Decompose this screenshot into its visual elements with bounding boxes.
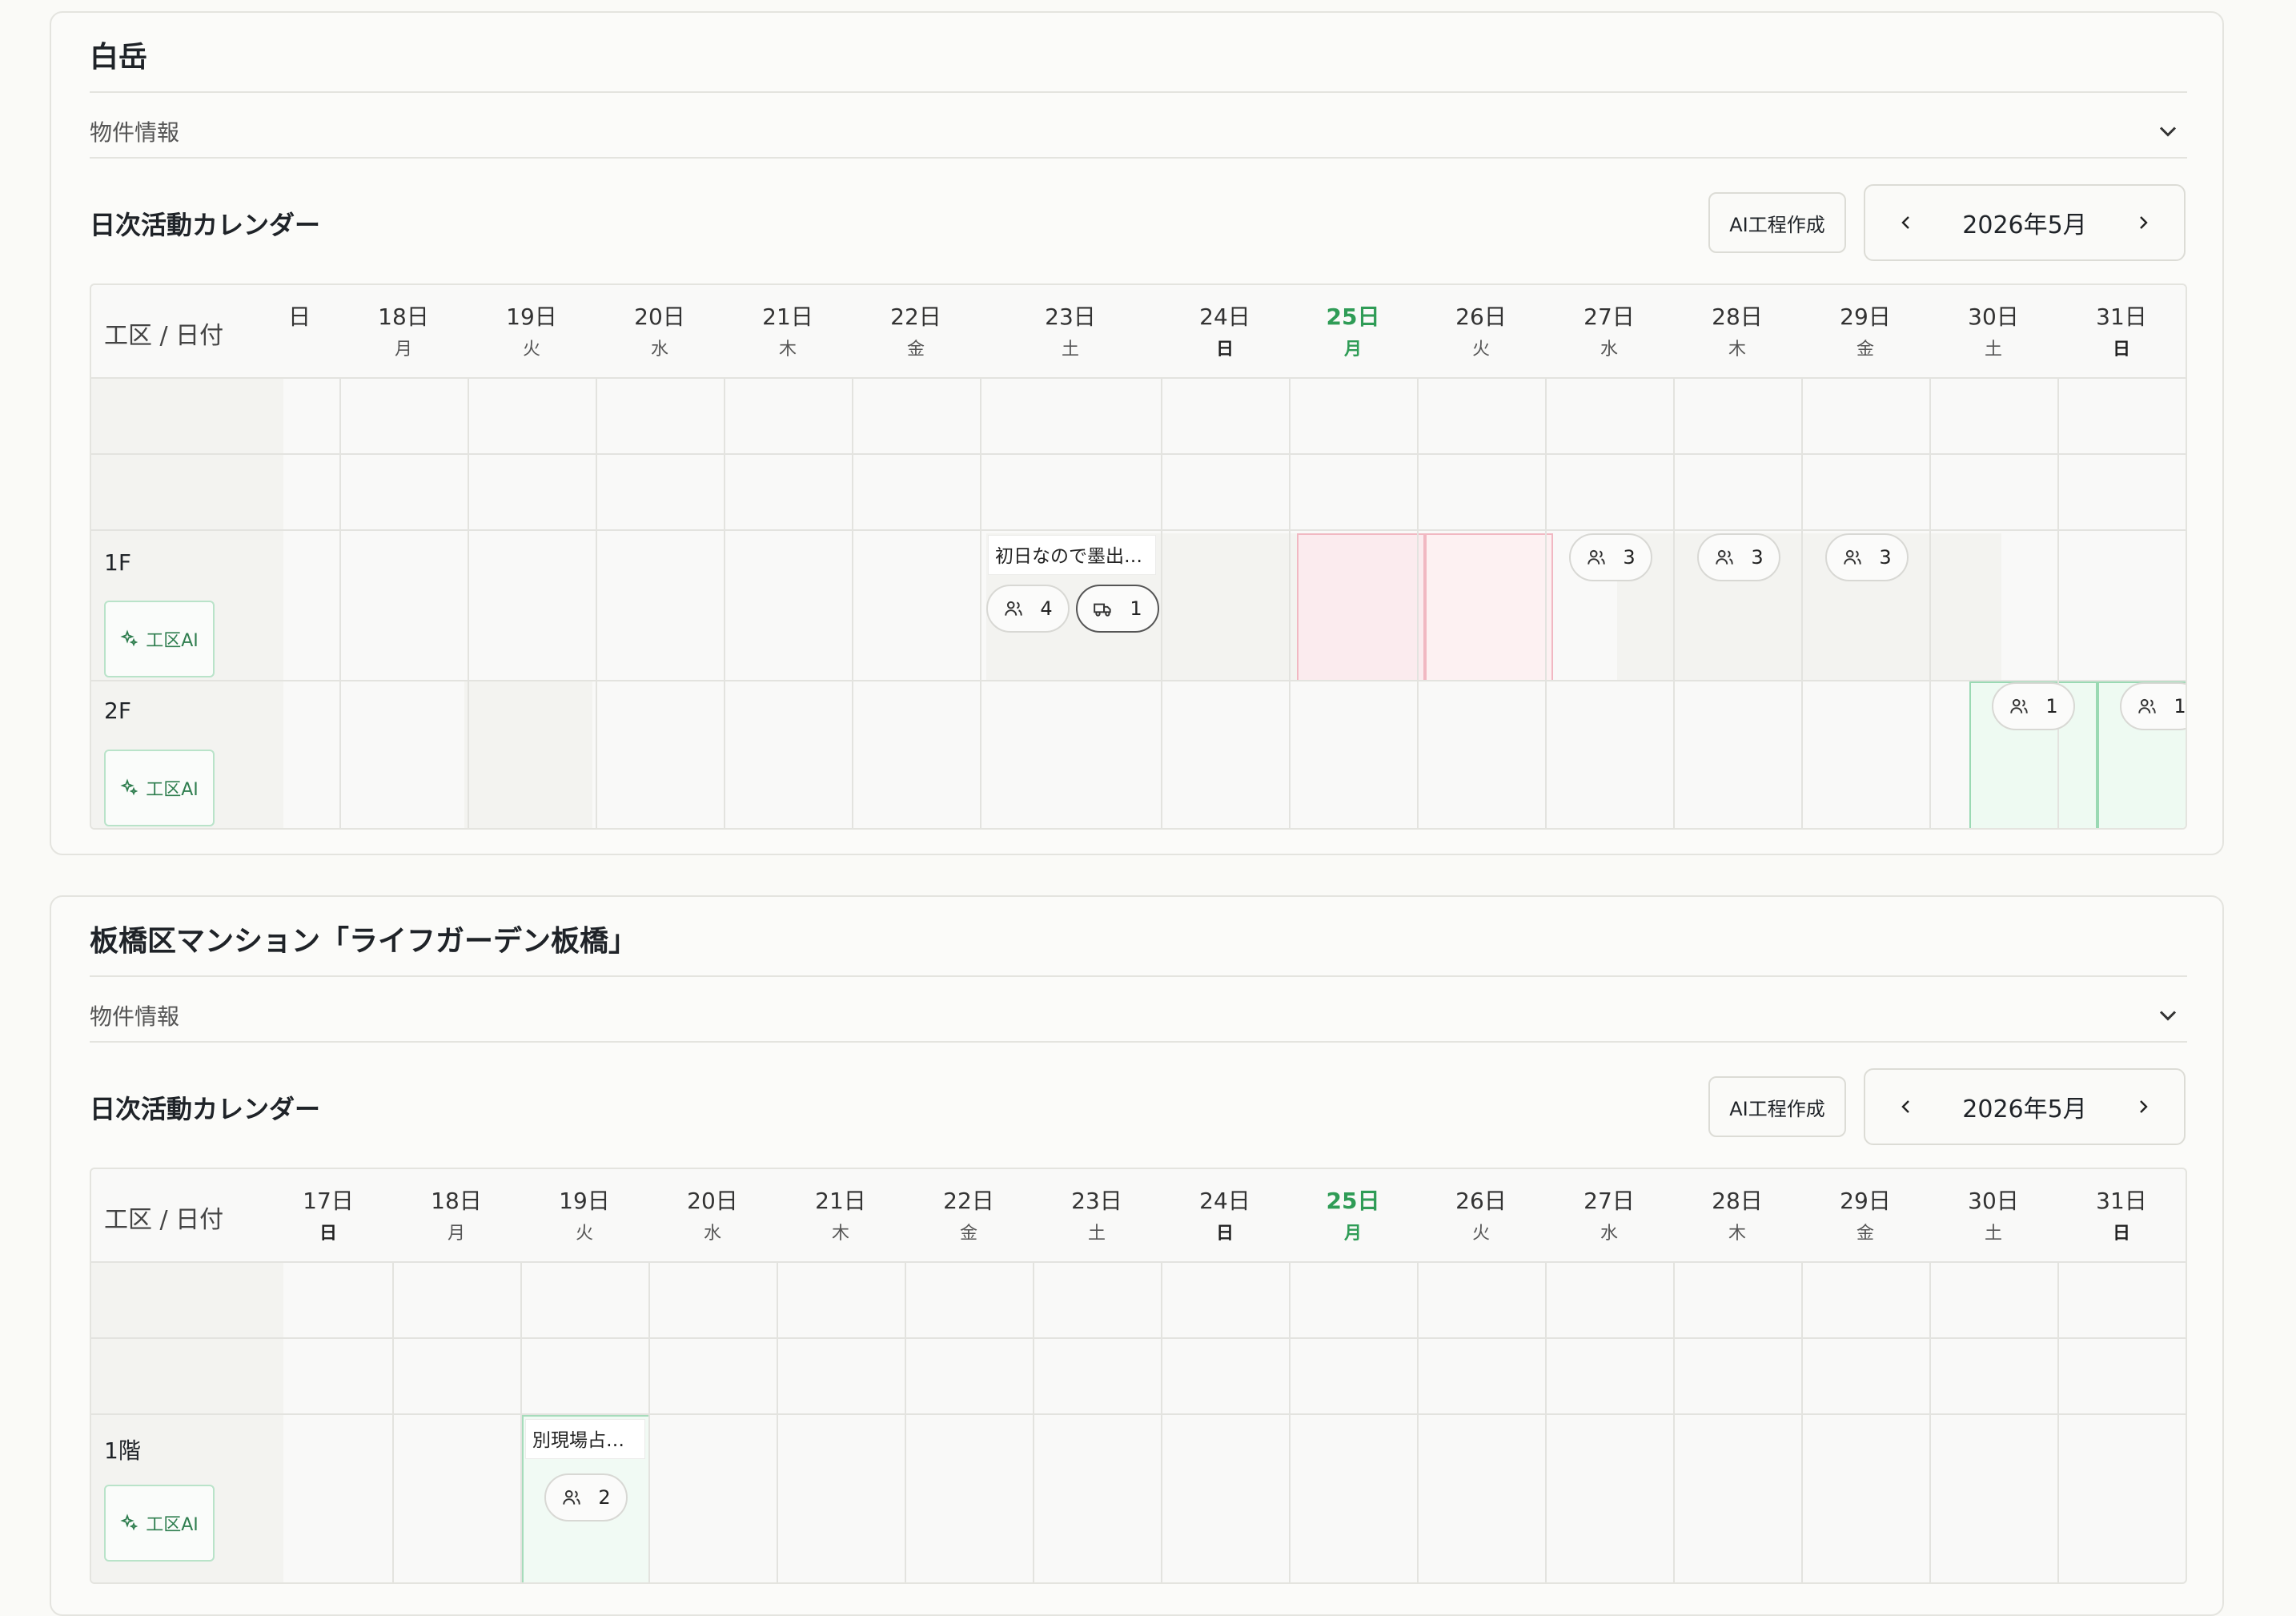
day-header: 27日水: [1584, 304, 1635, 360]
workers-badge[interactable]: 3: [1697, 533, 1780, 581]
project-card-itabashi: 板橋区マンション「ライフガーデン板橋」 物件情報 日次活動カレンダー AI工程作…: [50, 895, 2224, 1616]
day-header: 26日火: [1455, 304, 1507, 360]
people-icon: [563, 1489, 581, 1505]
people-icon: [2138, 698, 2157, 714]
month-label: 2026年5月: [1962, 211, 2087, 239]
day-header: 23日土: [1071, 1188, 1122, 1244]
chevron-down-icon[interactable]: [2154, 1001, 2182, 1030]
day-header: 29日金: [1840, 1188, 1891, 1244]
ai-schedule-button[interactable]: AI工程作成: [1708, 192, 1846, 253]
truck-icon: [1094, 603, 1112, 617]
day-header: 19日火: [559, 1188, 610, 1244]
workers-badge[interactable]: 3: [1569, 533, 1652, 581]
day-header: 24日日: [1199, 304, 1250, 360]
day-header-today: 25日月: [1326, 304, 1380, 360]
day-header: 28日木: [1712, 304, 1763, 360]
chevron-left-icon: [1901, 216, 1909, 229]
workers-badge[interactable]: 4: [986, 585, 1070, 633]
calendar-title: 日次活動カレンダー: [90, 1094, 321, 1124]
day-header: 30日土: [1968, 304, 2019, 360]
day-header: 21日木: [762, 304, 813, 360]
event-note[interactable]: 初日なので墨出…: [988, 535, 1156, 575]
day-header: 31日日: [2096, 1188, 2147, 1244]
day-header: 18日月: [431, 1188, 482, 1244]
next-month-button[interactable]: [2131, 1095, 2155, 1119]
zone-date-header: 工区 / 日付: [104, 1206, 224, 1234]
alert-cell-25[interactable]: [1297, 533, 1425, 681]
workers-badge[interactable]: 1: [2120, 682, 2186, 730]
project-title: 白岳: [90, 41, 148, 74]
sparkle-icon: [120, 629, 138, 647]
people-icon: [1005, 601, 1023, 616]
zone-date-header: 工区 / 日付: [104, 322, 224, 350]
day-header: 27日水: [1584, 1188, 1635, 1244]
daily-calendar-grid: 工区 / 日付 日 18日月 19日火 20日水 21日木 22日金 23日土 …: [90, 283, 2187, 830]
prev-month-button[interactable]: [1894, 211, 1918, 235]
workers-badge[interactable]: 2: [544, 1473, 628, 1522]
workers-badge[interactable]: 3: [1825, 533, 1909, 581]
day-header: 29日金: [1840, 304, 1891, 360]
cell-highlight: [464, 681, 592, 828]
day-header: 19日火: [506, 304, 557, 360]
chevron-left-icon: [1901, 1100, 1909, 1113]
day-header: 20日水: [687, 1188, 738, 1244]
month-label: 2026年5月: [1962, 1095, 2087, 1124]
zone-ai-button[interactable]: 工区AI: [104, 1485, 215, 1562]
cell-highlight: [1617, 533, 2001, 681]
day-header: 22日金: [890, 304, 941, 360]
day-header: 20日水: [634, 304, 685, 360]
chevron-right-icon: [2140, 1100, 2148, 1113]
day-header: 24日日: [1199, 1188, 1250, 1244]
sparkle-icon: [120, 1513, 138, 1531]
divider: [90, 91, 2187, 93]
daily-calendar-grid: 工区 / 日付 17日日 18日月 19日火 20日水 21日木 22日金 23…: [90, 1168, 2187, 1584]
day-header-today: 25日月: [1326, 1188, 1380, 1244]
ai-schedule-button[interactable]: AI工程作成: [1708, 1076, 1846, 1137]
day-header: 18日月: [378, 304, 429, 360]
chevron-down-icon[interactable]: [2154, 117, 2182, 146]
project-title: 板橋区マンション「ライフガーデン板橋」: [90, 925, 638, 958]
day-header: 26日火: [1455, 1188, 1507, 1244]
day-header: 日: [287, 304, 311, 330]
alert-cell-26[interactable]: [1425, 533, 1553, 681]
calendar-title: 日次活動カレンダー: [90, 210, 321, 240]
next-month-button[interactable]: [2131, 211, 2155, 235]
property-info-toggle[interactable]: 物件情報: [90, 115, 179, 147]
project-card-hakugaku: 白岳 物件情報 日次活動カレンダー AI工程作成 2026年5月 工区 / 日付…: [50, 11, 2224, 855]
month-navigator: 2026年5月: [1864, 1068, 2186, 1145]
chevron-right-icon: [2140, 216, 2148, 229]
zone-name: 2F: [104, 697, 131, 724]
prev-month-button[interactable]: [1894, 1095, 1918, 1119]
workers-badge[interactable]: 1: [1992, 682, 2075, 730]
sparkle-icon: [120, 778, 138, 796]
day-header: 23日土: [1045, 304, 1096, 360]
day-header: 22日金: [943, 1188, 994, 1244]
day-header: 30日土: [1968, 1188, 2019, 1244]
day-header: 31日日: [2096, 304, 2147, 360]
zone-name: 1階: [104, 1437, 141, 1464]
day-header: 17日日: [303, 1188, 354, 1244]
day-header: 21日木: [815, 1188, 866, 1244]
property-info-toggle[interactable]: 物件情報: [90, 999, 179, 1031]
zone-name: 1F: [104, 549, 131, 576]
trucks-badge[interactable]: 1: [1076, 585, 1159, 633]
month-navigator: 2026年5月: [1864, 184, 2186, 261]
people-icon: [1588, 549, 1606, 565]
divider: [90, 157, 2187, 159]
people-icon: [1844, 549, 1862, 565]
divider: [90, 975, 2187, 977]
event-note[interactable]: 別現場占…: [525, 1419, 645, 1459]
people-icon: [1716, 549, 1734, 565]
zone-ai-button[interactable]: 工区AI: [104, 750, 215, 826]
divider: [90, 1041, 2187, 1043]
cell-highlight: [1169, 533, 1297, 681]
people-icon: [2010, 698, 2029, 714]
day-header: 28日木: [1712, 1188, 1763, 1244]
zone-ai-button[interactable]: 工区AI: [104, 601, 215, 677]
